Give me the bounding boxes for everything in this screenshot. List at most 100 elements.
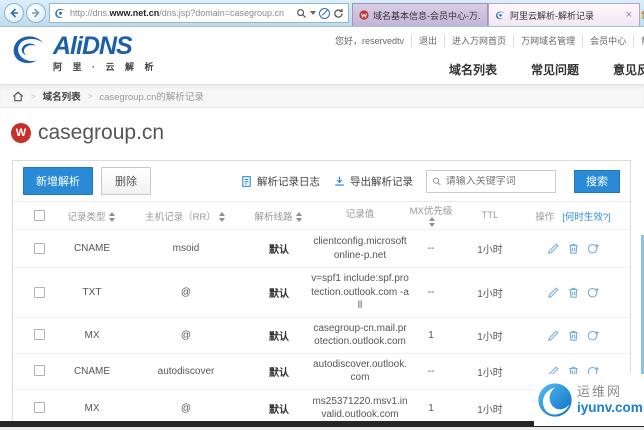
record-type: CNAME	[73, 365, 111, 377]
search-dropdown-caret-icon[interactable]	[310, 11, 316, 15]
forward-arrow-icon	[32, 8, 40, 18]
help-link[interactable]: 帮助	[633, 34, 644, 47]
watermark-name: 运维网	[577, 383, 623, 399]
watermark-site: iyunv.com	[577, 399, 643, 415]
record-type: MX	[84, 402, 100, 414]
col-header-label: 操作	[535, 211, 555, 223]
add-record-button[interactable]: 新增解析	[23, 167, 93, 195]
col-header-rr[interactable]: 主机记录（RR）	[125, 209, 247, 223]
col-header-mx[interactable]: MX优先级	[409, 203, 453, 228]
record-line: 默认	[269, 331, 289, 343]
record-type: MX	[84, 329, 100, 341]
record-rr: @	[180, 329, 192, 341]
circle-plus-icon[interactable]	[587, 242, 600, 255]
search-button[interactable]: 搜索	[574, 169, 620, 193]
url-domain: www.net.cn	[109, 8, 160, 18]
alidns-logo-mark-icon	[13, 36, 43, 64]
record-mx: --	[427, 365, 435, 377]
domain-name: casegroup.cn	[38, 121, 165, 144]
record-rr: msoid	[172, 243, 200, 254]
hichina-domain-badge-icon: W	[11, 123, 31, 143]
breadcrumb-home-icon[interactable]	[12, 90, 24, 102]
export-icon	[335, 176, 344, 186]
record-type: TXT	[82, 286, 102, 298]
tab-title: 域名基本信息-会员中心-万...	[373, 10, 481, 21]
nav-feedback[interactable]: 意见反馈	[613, 61, 644, 78]
row-checkbox[interactable]	[33, 242, 45, 254]
record-value: v=spf1 include:spf.protection.outlook.co…	[311, 273, 409, 311]
member-center-link[interactable]: 会员中心	[582, 34, 633, 47]
alidns-favicon	[496, 11, 505, 19]
col-header-record-type[interactable]: 记录类型	[59, 209, 125, 223]
wanwang-home-link[interactable]: 进入万网首页	[444, 34, 513, 47]
select-all-checkbox[interactable]	[33, 209, 45, 221]
delete-record-icon[interactable]	[567, 242, 580, 255]
domain-manage-link[interactable]: 万网域名管理	[513, 34, 582, 47]
record-line: 默认	[269, 404, 289, 416]
site-header: AliDNS 阿 里 · 云 解 析 您好，reservedtv 退出 进入万网…	[0, 27, 644, 84]
col-header-label: 记录值	[345, 209, 375, 221]
keyword-search-box[interactable]	[426, 169, 556, 193]
record-line: 默认	[269, 245, 289, 256]
iyunv-logo-icon	[538, 383, 572, 417]
keyword-search-input[interactable]	[445, 175, 550, 187]
sort-icon[interactable]	[218, 211, 227, 222]
col-header-line[interactable]: 解析线路	[247, 209, 311, 223]
tab-close-icon[interactable]: ×	[625, 9, 633, 20]
circle-plus-icon[interactable]	[587, 286, 600, 299]
logout-link[interactable]: 退出	[411, 34, 444, 47]
record-line: 默认	[269, 288, 289, 300]
col-header-ttl: TTL	[453, 210, 527, 221]
sort-icon[interactable]	[295, 211, 304, 222]
breadcrumb-separator: >	[87, 91, 93, 101]
iyunv-watermark: 运维网 iyunv.com	[534, 374, 644, 426]
greeting-text: 您好，reservedtv	[335, 36, 405, 46]
browser-tab-member-center[interactable]: 域名基本信息-会员中心-万...	[352, 3, 488, 26]
row-checkbox[interactable]	[33, 329, 45, 341]
record-ttl: 1小时	[477, 288, 503, 300]
row-checkbox[interactable]	[33, 402, 45, 414]
circle-plus-icon[interactable]	[587, 329, 600, 342]
nav-faq[interactable]: 常见问题	[531, 61, 579, 78]
when-effective-link[interactable]: [何时生效?]	[562, 209, 611, 223]
row-checkbox[interactable]	[33, 365, 45, 377]
table-header-row: 记录类型 主机记录（RR） 解析线路 记录值 MX优先级 TTL 操作 [何时生效…	[13, 201, 630, 229]
col-header-ops: 操作 [何时生效?]	[527, 209, 619, 223]
browser-home-button[interactable]	[640, 2, 644, 24]
browser-forward-button[interactable]	[26, 3, 46, 23]
export-records-link[interactable]: 导出解析记录	[333, 174, 413, 189]
delete-records-button[interactable]: 删除	[101, 167, 151, 195]
record-value: autodiscover.outlook.com	[313, 358, 407, 384]
browser-back-button[interactable]	[4, 3, 24, 23]
breadcrumb-domain-list-link[interactable]: 域名列表	[43, 89, 81, 103]
hichina-favicon	[359, 10, 369, 20]
sort-icon[interactable]	[108, 211, 117, 222]
record-value: casegroup-cn.mail.protection.outlook.com	[313, 322, 407, 348]
breadcrumb-separator: >	[31, 91, 36, 101]
col-header-label: TTL	[481, 210, 499, 221]
delete-record-icon[interactable]	[567, 286, 580, 299]
row-checkbox[interactable]	[33, 286, 45, 298]
refresh-icon[interactable]	[333, 8, 344, 19]
record-rr: autodiscover	[157, 365, 215, 377]
address-bar[interactable]: http://dns.www.net.cn/dns.jsp?domain=cas…	[49, 3, 349, 23]
record-mx: 1	[428, 329, 434, 341]
table-row: TXT @ 默认 v=spf1 include:spf.protection.o…	[13, 267, 630, 317]
stop-icon[interactable]	[319, 7, 330, 19]
col-header-label: 主机记录（RR）	[145, 211, 216, 223]
record-mx: 1	[428, 402, 434, 414]
sort-icon[interactable]	[428, 217, 437, 227]
browser-tab-alidns[interactable]: 阿里云解析-解析记录 ×	[488, 3, 640, 26]
delete-record-icon[interactable]	[567, 329, 580, 342]
edit-record-icon[interactable]	[547, 329, 560, 342]
edit-record-icon[interactable]	[547, 242, 560, 255]
browser-window: http://dns.www.net.cn/dns.jsp?domain=cas…	[0, 0, 644, 430]
record-log-label: 解析记录日志	[257, 175, 320, 188]
nav-domain-list[interactable]: 域名列表	[449, 61, 497, 78]
logo-wordmark: AliDNS	[53, 32, 133, 60]
url-prefix: http://dns.	[70, 8, 110, 18]
record-log-link[interactable]: 解析记录日志	[240, 174, 320, 189]
edit-record-icon[interactable]	[547, 286, 560, 299]
record-value: clientconfig.microsoftonline-p.net	[313, 236, 407, 261]
address-search-icon[interactable]	[296, 8, 307, 19]
